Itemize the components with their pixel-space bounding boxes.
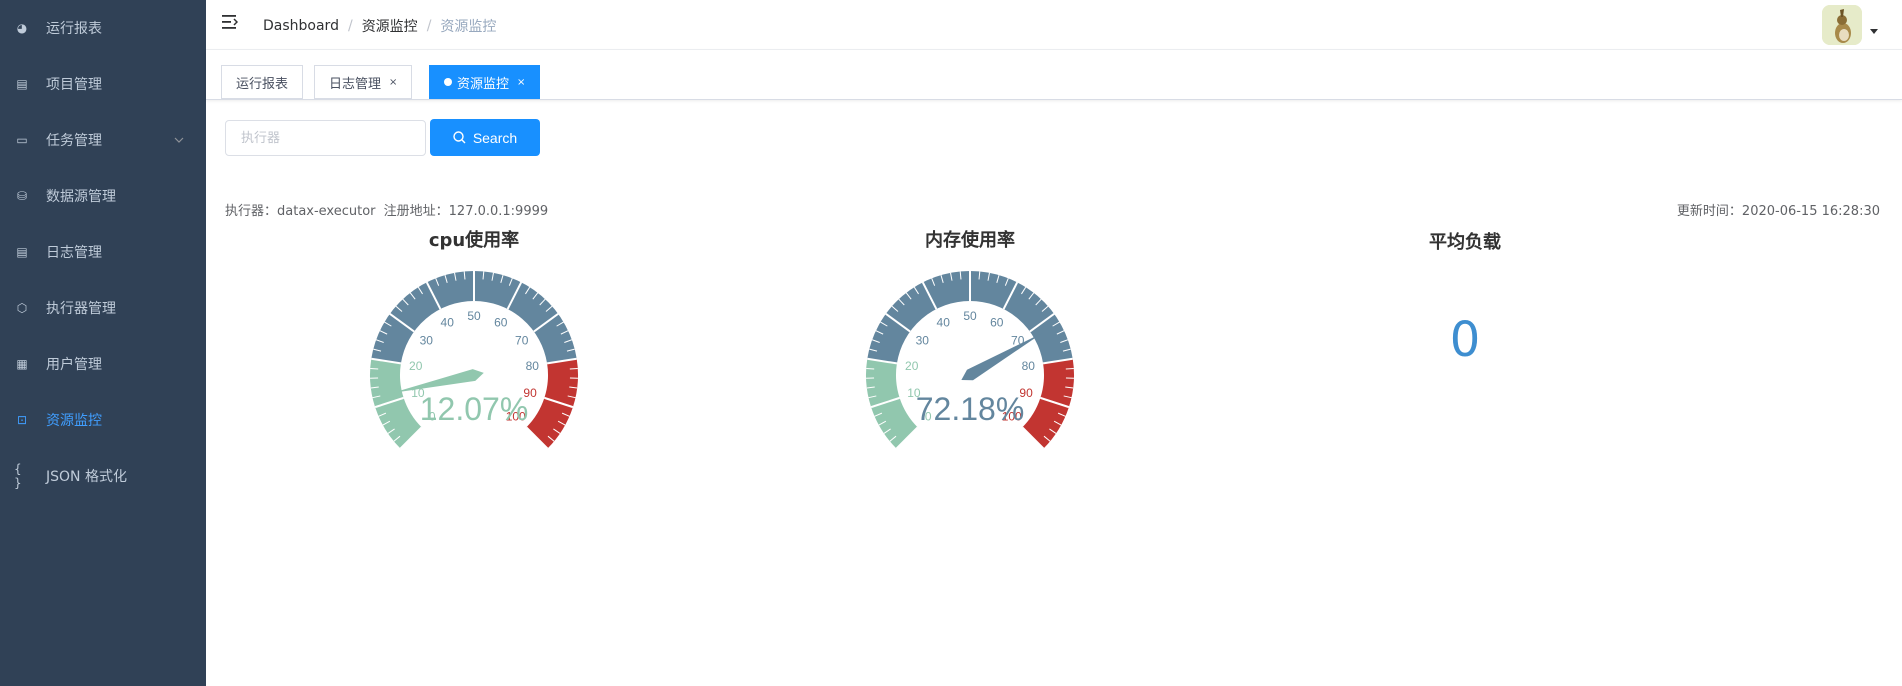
monitor-link-icon: ⊡ xyxy=(16,413,28,427)
sidebar-item-label: 数据源管理 xyxy=(46,189,116,205)
tag-run-report[interactable]: 运行报表 xyxy=(221,65,304,99)
gauge-tick-label: 60 xyxy=(990,315,1004,329)
tag-label: 运行报表 xyxy=(236,76,289,92)
database-icon: ▤ xyxy=(16,77,28,91)
update-time: 更新时间：2020-06-15 16:28:30 xyxy=(1676,204,1880,219)
sidebar-item-user[interactable]: ▦ 用户管理 xyxy=(0,336,206,392)
gauge-value-label: 72.18% xyxy=(916,391,1025,427)
gauge-tick-label: 50 xyxy=(963,309,977,323)
gauge-tick-label: 30 xyxy=(420,333,434,347)
sidebar-item-label: 资源监控 xyxy=(46,413,102,429)
document-icon: ▤ xyxy=(16,245,28,259)
search-icon xyxy=(453,131,466,144)
executor-name: 执行器：datax-executor xyxy=(225,204,376,219)
sidebar-item-executor[interactable]: ⬡ 执行器管理 xyxy=(0,280,206,336)
breadcrumb: Dashboard / 资源监控 / 资源监控 xyxy=(263,16,497,36)
memory-gauge: 010203040 50 6070809010072.18% xyxy=(866,271,1074,450)
tags-view: 运行报表 日志管理 × 资源监控 × xyxy=(206,50,1902,100)
hamburger-icon[interactable] xyxy=(222,15,240,33)
close-icon[interactable]: × xyxy=(389,77,397,88)
sidebar-item-task[interactable]: ▭ 任务管理 xyxy=(0,112,206,168)
sidebar-item-label: 运行报表 xyxy=(46,21,102,37)
cpu-gauge-title: cpu使用率 xyxy=(428,230,520,251)
caret-down-icon[interactable] xyxy=(1870,26,1878,37)
sidebar-item-label: 日志管理 xyxy=(46,245,102,261)
tag-label: 日志管理 xyxy=(329,76,382,92)
dashboard-icon: ◕ xyxy=(16,21,28,35)
table-icon: ▦ xyxy=(16,357,28,371)
navbar: Dashboard / 资源监控 / 资源监控 xyxy=(206,0,1902,50)
gauge-minor-tick xyxy=(866,367,875,370)
gauge-tick-label: 80 xyxy=(1022,359,1036,373)
executor-address: 注册地址：127.0.0.1:9999 xyxy=(383,204,549,219)
executor-search-input[interactable] xyxy=(225,120,426,156)
sidebar-item-json-format[interactable]: { } JSON 格式化 xyxy=(0,448,206,504)
tag-log-manage[interactable]: 日志管理 × xyxy=(314,65,413,99)
gauge-needle xyxy=(961,332,1043,381)
gauge-tick-label: 80 xyxy=(526,359,540,373)
search-button[interactable]: Search xyxy=(430,119,540,156)
sidebar-item-datasource[interactable]: ⛁ 数据源管理 xyxy=(0,168,206,224)
avatar[interactable] xyxy=(1822,5,1862,45)
sidebar-item-log[interactable]: ▤ 日志管理 xyxy=(0,224,206,280)
active-dot-icon xyxy=(444,78,452,86)
close-icon[interactable]: × xyxy=(517,77,525,88)
gauge-tick-label: 70 xyxy=(515,333,529,347)
cube-icon: ⬡ xyxy=(16,301,28,315)
sidebar: ◕ 运行报表 ▤ 项目管理 ▭ 任务管理 ⛁ 数据源管理 ▤ 日志管理 ⬡ 执行… xyxy=(0,0,206,686)
search-button-label: Search xyxy=(472,129,518,146)
braces-icon: { } xyxy=(14,462,22,490)
gauge-tick-label: 40 xyxy=(441,315,455,329)
gauge-tick-label: 30 xyxy=(916,333,930,347)
gauge-tick-label: 20 xyxy=(409,359,423,373)
load-title: 平均负载 xyxy=(1429,232,1501,253)
gauge-needle xyxy=(391,369,484,394)
breadcrumb-item: 资源监控 xyxy=(440,19,497,35)
gauge-minor-tick xyxy=(569,367,578,370)
tag-resource-monitor[interactable]: 资源监控 × xyxy=(429,65,541,99)
gauge-minor-tick xyxy=(1065,367,1074,370)
gauge-tick-label: 50 xyxy=(467,309,481,323)
sidebar-item-label: 任务管理 xyxy=(46,133,102,149)
sidebar-item-label: 执行器管理 xyxy=(46,301,116,317)
load-value: 0 xyxy=(1449,312,1481,368)
memory-gauge-title: 内存使用率 xyxy=(925,230,1015,251)
gauge-value-label: 12.07% xyxy=(420,391,529,427)
gauge-tick-label: 60 xyxy=(494,315,508,329)
sidebar-item-project[interactable]: ▤ 项目管理 xyxy=(0,56,206,112)
chevron-down-icon xyxy=(174,135,184,146)
sidebar-item-run-report[interactable]: ◕ 运行报表 xyxy=(0,0,206,56)
gauge-minor-tick xyxy=(370,367,379,370)
sidebar-item-label: 用户管理 xyxy=(46,357,102,373)
datasource-icon: ⛁ xyxy=(16,189,28,203)
breadcrumb-item[interactable]: 资源监控 xyxy=(362,16,418,36)
sidebar-item-resource-monitor[interactable]: ⊡ 资源监控 xyxy=(0,392,206,448)
monitor-icon: ▭ xyxy=(16,133,28,147)
tag-label: 资源监控 xyxy=(457,76,510,92)
executor-info: 执行器：datax-executor 注册地址：127.0.0.1:9999 xyxy=(225,200,552,219)
sidebar-item-label: 项目管理 xyxy=(46,77,102,93)
breadcrumb-item[interactable]: Dashboard xyxy=(263,18,339,34)
cpu-gauge: 010203040 50 6070809010012.07% xyxy=(370,271,578,450)
sidebar-item-label: JSON 格式化 xyxy=(46,469,127,485)
gauge-tick-label: 20 xyxy=(905,359,919,373)
gauge-tick-label: 40 xyxy=(937,315,951,329)
